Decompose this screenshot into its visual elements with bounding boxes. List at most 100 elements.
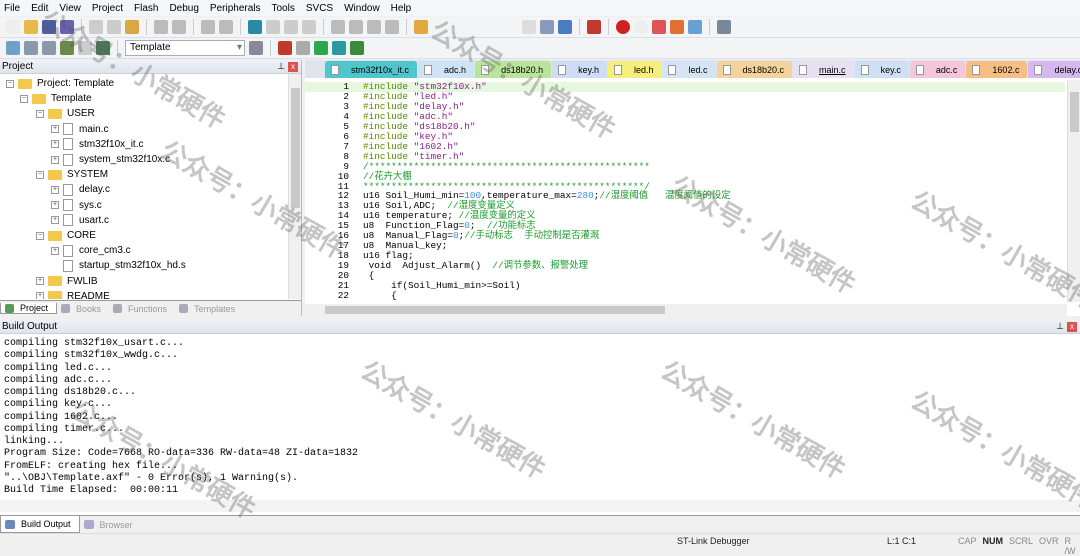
project-scrollbar[interactable] [288, 74, 301, 299]
menu-edit[interactable]: Edit [31, 3, 48, 14]
toolbar-button-icon[interactable] [385, 20, 399, 34]
expand-icon[interactable]: − [6, 79, 14, 88]
debug-toolbar-icon[interactable] [558, 20, 572, 34]
options-icon[interactable] [249, 41, 263, 55]
tree-node[interactable]: + FWLIB [36, 274, 98, 289]
menu-peripherals[interactable]: Peripherals [210, 3, 261, 14]
tab-led-h[interactable]: led.h [607, 61, 662, 78]
toolbar-button-icon[interactable] [331, 20, 345, 34]
tab-ds18b20-c[interactable]: ds18b20.c [716, 61, 793, 78]
tab-led-c[interactable]: led.c [662, 61, 716, 78]
expand-icon[interactable]: + [51, 155, 59, 164]
tab-1602-c[interactable]: 1602.c [966, 61, 1028, 78]
menu-flash[interactable]: Flash [134, 3, 158, 14]
build-toolbar-icon[interactable] [42, 41, 56, 55]
manage-icon[interactable] [332, 41, 346, 55]
panel-tab-templates[interactable]: Templates [175, 304, 243, 314]
tree-node[interactable]: + README [36, 289, 110, 299]
debug-toolbar-icon[interactable] [634, 20, 648, 34]
debug-toolbar-icon[interactable] [652, 20, 666, 34]
output-tab-browser[interactable]: Browser [80, 520, 141, 530]
close-icon[interactable]: x [288, 62, 298, 72]
tab-main-c[interactable]: main.c [793, 61, 854, 78]
tree-node[interactable]: + system_stm32f10x.c [51, 152, 170, 167]
tab-ds18b20-h[interactable]: ds18b20.h [475, 61, 552, 78]
expand-icon[interactable]: + [51, 185, 59, 194]
expand-icon[interactable]: − [36, 231, 44, 240]
menu-debug[interactable]: Debug [169, 3, 198, 14]
panel-tab-functions[interactable]: Functions [109, 304, 175, 314]
menu-file[interactable]: File [4, 3, 20, 14]
menu-tools[interactable]: Tools [272, 3, 295, 14]
expand-icon[interactable]: + [36, 277, 44, 286]
toolbar-button-icon[interactable] [219, 20, 233, 34]
toolbar-button-icon[interactable] [302, 20, 316, 34]
toolbar-button-icon[interactable] [6, 20, 20, 34]
expand-icon[interactable]: + [51, 216, 59, 225]
toolbar-button-icon[interactable] [125, 20, 139, 34]
tab-adc-c[interactable]: adc.c [909, 61, 966, 78]
debug-toolbar-icon[interactable] [717, 20, 731, 34]
toolbar-button-icon[interactable] [172, 20, 186, 34]
tree-node[interactable]: − SYSTEM [36, 167, 108, 182]
tree-node[interactable]: + main.c [51, 122, 108, 137]
toolbar-button-icon[interactable] [284, 20, 298, 34]
build-toolbar-icon[interactable] [24, 41, 38, 55]
expand-icon[interactable]: + [36, 292, 44, 299]
tab-stm32f10x_it-c[interactable]: stm32f10x_it.c [325, 61, 418, 78]
toolbar-button-icon[interactable] [42, 20, 56, 34]
menu-svcs[interactable]: SVCS [306, 3, 333, 14]
editor-hscrollbar[interactable] [305, 304, 1067, 316]
tab-key-h[interactable]: key.h [552, 61, 607, 78]
expand-icon[interactable]: − [36, 170, 44, 179]
expand-icon[interactable]: − [20, 94, 28, 103]
tab-adc-h[interactable]: adc.h [418, 61, 475, 78]
toolbar-button-icon[interactable] [154, 20, 168, 34]
expand-icon[interactable]: + [51, 125, 59, 134]
pin-icon[interactable]: ⊥ [277, 61, 285, 72]
output-tab-build-output[interactable]: Build Output [0, 516, 80, 533]
tree-node[interactable]: startup_stm32f10x_hd.s [51, 258, 186, 273]
tree-node[interactable]: + sys.c [51, 198, 102, 213]
expand-icon[interactable]: + [51, 201, 59, 210]
expand-icon[interactable]: + [51, 140, 59, 149]
editor-scrollbar[interactable] [1067, 80, 1080, 302]
build-toolbar-icon[interactable] [78, 41, 92, 55]
expand-icon[interactable]: − [36, 109, 44, 118]
menu-project[interactable]: Project [92, 3, 123, 14]
pin-icon[interactable]: ⊥ [1056, 321, 1064, 332]
tree-node[interactable]: + delay.c [51, 182, 110, 197]
menu-help[interactable]: Help [391, 3, 412, 14]
debug-toolbar-icon[interactable] [540, 20, 554, 34]
panel-tab-books[interactable]: Books [57, 304, 109, 314]
debug-toolbar-icon[interactable] [522, 20, 536, 34]
tree-node[interactable]: + usart.c [51, 213, 109, 228]
tree-node[interactable]: − USER [36, 106, 95, 121]
tree-node[interactable]: + stm32f10x_it.c [51, 137, 143, 152]
toolbar-button-icon[interactable] [24, 20, 38, 34]
target-select[interactable]: Template [125, 40, 245, 56]
tree-node[interactable]: − Project: Template [6, 76, 114, 91]
toolbar-button-icon[interactable] [266, 20, 280, 34]
manage-icon[interactable] [314, 41, 328, 55]
tab-delay-c[interactable]: delay.c [1028, 61, 1080, 78]
tree-node[interactable]: − Template [20, 91, 92, 106]
toolbar-button-icon[interactable] [107, 20, 121, 34]
tree-node[interactable]: + core_cm3.c [51, 243, 131, 258]
menu-view[interactable]: View [59, 3, 81, 14]
manage-icon[interactable] [350, 41, 364, 55]
build-output-hscrollbar[interactable] [0, 500, 1080, 512]
toolbar-button-icon[interactable] [367, 20, 381, 34]
build-toolbar-icon[interactable] [60, 41, 74, 55]
build-toolbar-icon[interactable] [96, 41, 110, 55]
manage-icon[interactable] [278, 41, 292, 55]
toolbar-button-icon[interactable] [349, 20, 363, 34]
debug-toolbar-icon[interactable] [670, 20, 684, 34]
code-area[interactable]: 1 #include "stm32f10x.h" 2 #include "led.h"… [305, 80, 1067, 302]
debug-toolbar-icon[interactable] [616, 20, 630, 34]
toolbar-button-icon[interactable] [60, 20, 74, 34]
toolbar-button-icon[interactable] [248, 20, 262, 34]
toolbar-button-icon[interactable] [89, 20, 103, 34]
tab-key-c[interactable]: key.c [854, 61, 909, 78]
toolbar-button-icon[interactable] [414, 20, 428, 34]
